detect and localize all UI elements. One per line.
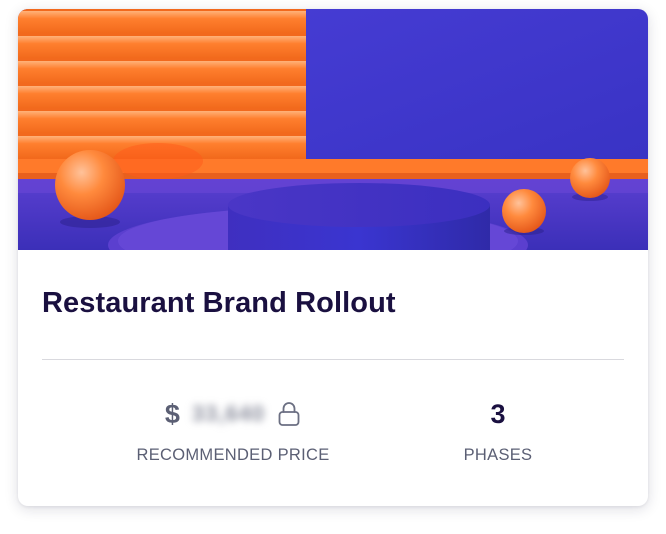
card-title: Restaurant Brand Rollout [42, 287, 396, 319]
project-card[interactable]: Restaurant Brand Rollout $ 33,640 RECOMM… [18, 9, 648, 506]
recommended-price-stat: $ 33,640 RECOMMENDED PRICE [118, 394, 348, 465]
currency-symbol: $ [164, 398, 180, 429]
price-label: RECOMMENDED PRICE [136, 446, 330, 464]
lock-icon[interactable] [277, 401, 301, 427]
phases-count: 3 [490, 398, 506, 429]
divider [42, 359, 624, 360]
phases-stat: 3 PHASES [418, 394, 578, 465]
card-hero-image [18, 9, 648, 250]
price-value-masked: 33,640 [191, 401, 266, 426]
phases-label: PHASES [463, 446, 533, 464]
